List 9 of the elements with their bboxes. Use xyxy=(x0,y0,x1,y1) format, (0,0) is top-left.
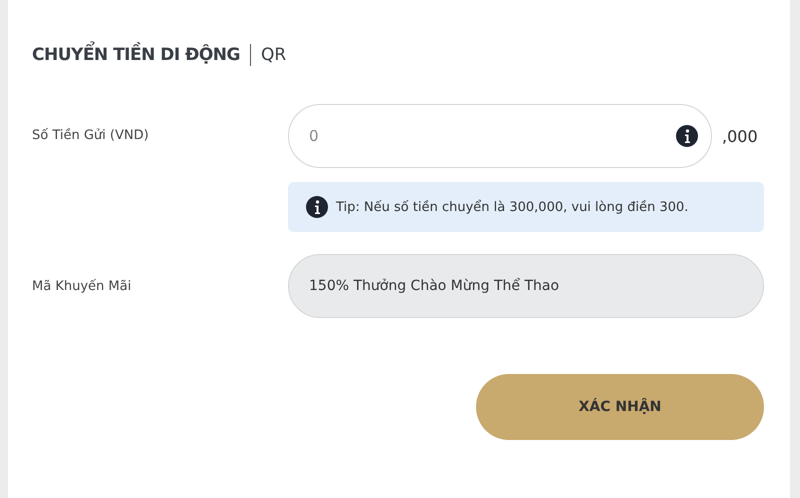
form-subtitle: QR xyxy=(261,45,286,65)
tip-text: Tip: Nếu số tiền chuyển là 300,000, vui lòng điền 300. xyxy=(336,200,688,214)
field-label: Số Tiền Gửi (VND) xyxy=(32,127,150,143)
amount-field[interactable]: 0 xyxy=(288,104,712,168)
info-icon xyxy=(676,125,698,147)
field-label: Mã Khuyến Mãi xyxy=(32,278,132,294)
confirm-button[interactable]: XÁC NHẬN xyxy=(476,374,764,440)
info-icon xyxy=(306,196,328,218)
amount-suffix: ,000 xyxy=(722,126,759,146)
